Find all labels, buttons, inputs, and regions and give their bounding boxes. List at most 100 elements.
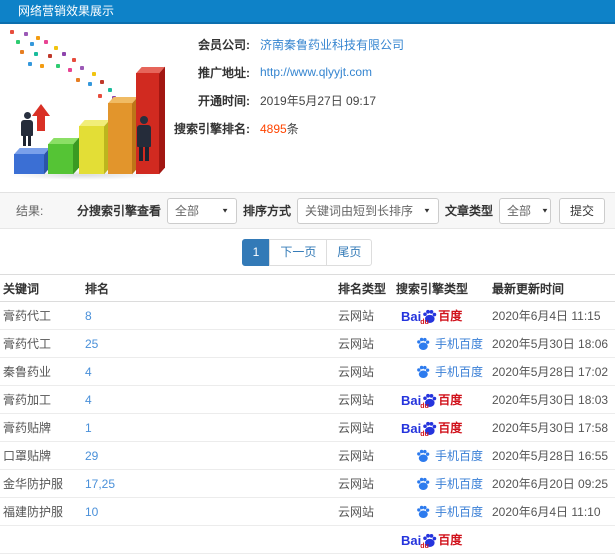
engine-cell: 手机百度: [396, 503, 492, 520]
baidu-pc-logo: Bai du 百度: [401, 391, 462, 408]
rank-cell[interactable]: 4: [85, 393, 338, 407]
mobile-baidu-paw-icon: [416, 449, 430, 464]
mobile-baidu-label: 手机百度: [435, 337, 484, 351]
update-time-cell: 2020年5月30日 18:06: [492, 337, 609, 351]
growth-chart-illustration: [2, 28, 174, 180]
baidu-logo-bai-text: Bai: [401, 533, 422, 548]
baidu-paw-icon: du: [420, 533, 437, 548]
filter-controls: 分搜索引擎查看 全部 ▼ 排序方式 关键词由短到长排序 ▼ 文章类型 全部 ▼ …: [71, 197, 605, 224]
table-row: 膏药加工 4 云网站 Bai du 百度 2020年5月30日 18:03: [0, 386, 615, 414]
mobile-baidu-paw-icon: [416, 505, 430, 520]
mobile-baidu-label: 手机百度: [435, 365, 484, 379]
rank-cell[interactable]: 10: [85, 505, 338, 519]
update-time-cell: 2020年5月28日 16:55: [492, 449, 609, 463]
summary-section: 会员公司: 济南秦鲁药业科技有限公司 推广地址: http://www.qlyy…: [0, 26, 615, 186]
header-engine-type: 搜索引擎类型: [396, 281, 469, 296]
rank-type-cell: 云网站: [338, 477, 375, 491]
rank-type-cell: 云网站: [338, 337, 375, 351]
baidu-logo-du-text: du: [420, 319, 429, 324]
keyword-cell: 膏药贴牌: [3, 421, 52, 435]
baidu-mobile-logo: 手机百度: [416, 503, 483, 520]
last-page-button[interactable]: 尾页: [326, 239, 373, 266]
header-rank: 排名: [85, 281, 110, 296]
red-underline-decoration: [418, 351, 427, 352]
baidu-logo-cn-text: 百度: [438, 309, 463, 323]
article-type-label: 文章类型: [444, 204, 493, 218]
red-underline-decoration: [418, 379, 427, 380]
table-row: 口罩贴牌 29 云网站 手机百度 2020年5月28日 16:55: [0, 442, 615, 470]
mobile-baidu-label: 手机百度: [435, 449, 484, 463]
result-label: 结果:: [16, 204, 44, 218]
open-time-row: 开通时间: 2019年5月27日 09:17: [162, 86, 404, 114]
promo-url-label: 推广地址:: [198, 65, 250, 80]
keyword-cell: 口罩贴牌: [3, 449, 52, 463]
next-page-button[interactable]: 下一页: [269, 239, 328, 266]
baidu-paw-icon: du: [420, 393, 437, 408]
company-label: 会员公司:: [198, 37, 250, 52]
rank-cell[interactable]: 29: [85, 449, 338, 463]
rank-cell[interactable]: 4: [85, 365, 338, 379]
baidu-mobile-logo: 手机百度: [416, 363, 483, 380]
engine-cell: 手机百度: [396, 335, 492, 352]
baidu-logo-cn-text: 百度: [438, 393, 463, 407]
mobile-baidu-paw-icon: [416, 477, 430, 492]
rank-cell[interactable]: 25: [85, 337, 338, 351]
table-body: 膏药代工 8 云网站 Bai du 百度 2020年6月4日 11:15 膏药代…: [0, 302, 615, 554]
baidu-mobile-logo: 手机百度: [416, 335, 483, 352]
baidu-pc-logo: Bai du 百度: [401, 307, 462, 324]
baidu-logo-du-text: du: [420, 431, 429, 436]
bar-blue: [14, 154, 44, 174]
update-time-cell: 2020年6月4日 11:10: [492, 505, 601, 519]
baidu-mobile-logo: 手机百度: [416, 475, 483, 492]
keyword-cell: 膏药加工: [3, 393, 52, 407]
submit-button[interactable]: 提交: [558, 197, 605, 224]
keyword-cell: 膏药代工: [3, 337, 52, 351]
company-link[interactable]: 济南秦鲁药业科技有限公司: [260, 36, 404, 53]
company-row: 会员公司: 济南秦鲁药业科技有限公司: [162, 30, 404, 58]
table-row: 膏药代工 25 云网站 手机百度 2020年5月30日 18:06: [0, 330, 615, 358]
mobile-baidu-label: 手机百度: [435, 477, 484, 491]
baidu-logo-cn-text: 百度: [438, 533, 463, 547]
sort-select[interactable]: 关键词由短到长排序 ▼: [297, 197, 439, 224]
engine-cell: Bai du 百度: [396, 391, 492, 408]
rank-type-cell: 云网站: [338, 421, 375, 435]
open-time-label: 开通时间:: [198, 93, 250, 108]
baidu-pc-logo: Bai du 百度: [401, 419, 462, 436]
engine-cell: 手机百度: [396, 447, 492, 464]
sort-label: 排序方式: [243, 204, 292, 218]
article-type-select[interactable]: 全部 ▼: [498, 197, 551, 224]
update-time-cell: 2020年6月20日 09:25: [492, 477, 609, 491]
promo-url-link[interactable]: http://www.qlyyjt.com: [260, 65, 372, 79]
table-row: Bai du 百度: [0, 526, 615, 554]
baidu-logo-bai-text: Bai: [401, 393, 422, 408]
baidu-mobile-logo: 手机百度: [416, 447, 483, 464]
baidu-paw-icon: du: [420, 421, 437, 436]
article-type-selected: 全部: [506, 204, 531, 218]
baidu-logo-bai-text: Bai: [401, 421, 422, 436]
update-time-cell: 2020年5月28日 17:02: [492, 365, 609, 379]
bar-yellow: [79, 126, 104, 174]
table-row: 秦鲁药业 4 云网站 手机百度 2020年5月28日 17:02: [0, 358, 615, 386]
baidu-logo-bai-text: Bai: [401, 309, 422, 324]
rank-cell[interactable]: 8: [85, 309, 338, 323]
results-table: 关键词 排名 排名类型 搜索引擎类型 最新更新时间 膏药代工 8 云网站 Bai: [0, 274, 615, 554]
mobile-baidu-paw-icon: [416, 337, 430, 352]
rank-cell[interactable]: 17,25: [85, 477, 338, 491]
promo-url-row: 推广地址: http://www.qlyyjt.com: [162, 58, 404, 86]
engine-rank-value: 4895条: [260, 120, 299, 137]
page-title: 网络营销效果展示: [18, 4, 115, 18]
rank-cell[interactable]: 1: [85, 421, 338, 435]
member-info-panel: 会员公司: 济南秦鲁药业科技有限公司 推广地址: http://www.qlyy…: [162, 30, 404, 142]
table-row: 福建防护服 10 云网站 手机百度 2020年6月4日 11:10: [0, 498, 615, 526]
mobile-baidu-label: 手机百度: [435, 505, 484, 519]
chevron-down-icon: ▼: [541, 206, 549, 215]
rank-count-number: 4895: [260, 121, 287, 136]
keyword-cell: 福建防护服: [3, 505, 64, 519]
engine-view-select[interactable]: 全部 ▼: [167, 197, 238, 224]
header-rank-type: 排名类型: [338, 281, 387, 296]
table-row: 金华防护服 17,25 云网站 手机百度 2020年6月20日 09:25: [0, 470, 615, 498]
table-row: 膏药贴牌 1 云网站 Bai du 百度 2020年5月30日 17:58: [0, 414, 615, 442]
engine-cell: Bai du 百度: [396, 419, 492, 436]
businessman-figure-left: [16, 112, 38, 146]
page-1-button[interactable]: 1: [241, 239, 271, 266]
